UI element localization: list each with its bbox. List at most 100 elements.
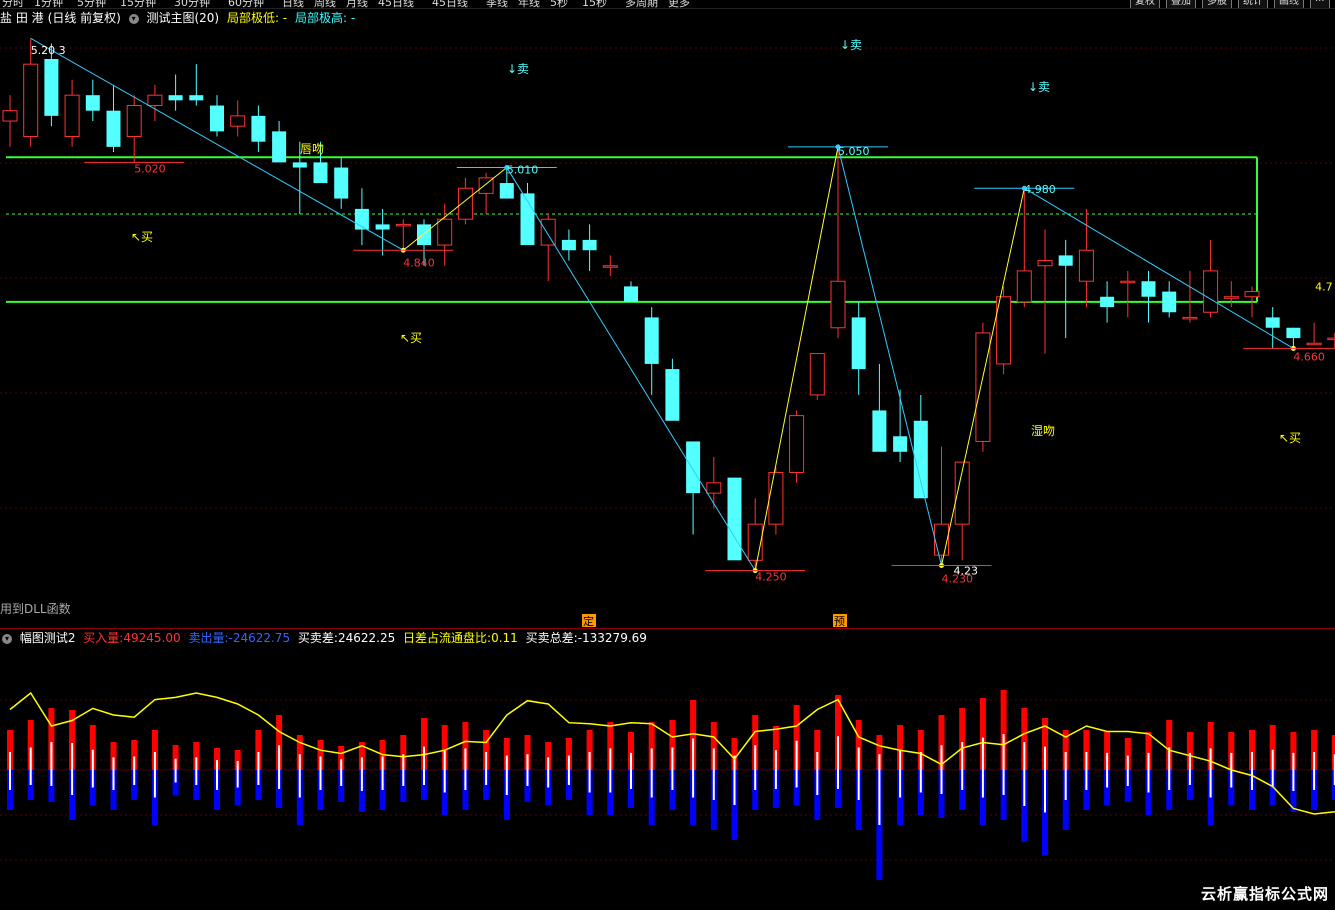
sell-core-bar xyxy=(754,770,757,790)
candle-body-up xyxy=(809,353,825,396)
price-label: 4.980 xyxy=(1024,183,1056,196)
candle-body-up xyxy=(1120,280,1136,284)
zigzag-line xyxy=(506,167,756,571)
buy-core-bar xyxy=(567,755,570,770)
buy-core-bar xyxy=(671,747,674,770)
buy-core-bar xyxy=(340,759,343,770)
buy-core-bar xyxy=(464,748,467,770)
candle-body-up xyxy=(975,332,991,442)
buy-core-bar xyxy=(443,749,446,770)
buy-core-bar xyxy=(216,760,218,770)
candle-body-down xyxy=(417,224,431,246)
sell-core-bar xyxy=(423,770,425,785)
signal-annotation: ↓卖 xyxy=(1028,80,1050,94)
candle-body-down xyxy=(686,441,701,494)
candle-body-up xyxy=(1306,342,1322,346)
sell-core-bar xyxy=(1044,770,1046,813)
sell-core-bar xyxy=(837,770,839,789)
sell-core-bar xyxy=(1313,770,1316,790)
buy-core-bar xyxy=(1292,752,1295,770)
sell-core-bar xyxy=(671,770,674,790)
candlestick-chart[interactable]: 5.20 35.0204.8405.0104.2505.0504.234.230… xyxy=(0,0,1335,910)
buy-core-bar xyxy=(1147,752,1150,770)
candle-body-up xyxy=(2,110,18,122)
buy-core-bar xyxy=(774,750,777,770)
candle-body-up xyxy=(64,94,80,138)
signal-annotation: ↖买 xyxy=(400,331,422,345)
candle-body-up xyxy=(1037,260,1053,267)
candle-body-up xyxy=(789,415,805,473)
candle-body-down xyxy=(851,317,866,370)
candle-body-up xyxy=(457,187,473,220)
badge-ding: 定 xyxy=(583,614,594,628)
sell-core-bar xyxy=(588,770,591,793)
candle-body-up xyxy=(602,265,618,268)
sell-core-bar xyxy=(526,770,529,786)
buy-core-bar xyxy=(940,745,943,770)
candle-body-down xyxy=(251,115,266,142)
sell-core-bar xyxy=(216,770,218,790)
candle-body-down xyxy=(665,369,680,421)
price-label: 5.010 xyxy=(507,164,539,177)
sell-core-bar xyxy=(1271,770,1274,788)
sell-core-bar xyxy=(443,770,446,793)
zigzag-line xyxy=(30,37,404,251)
buy-core-bar xyxy=(1023,742,1026,770)
candle-body-down xyxy=(1162,291,1177,313)
buy-core-bar xyxy=(878,754,881,770)
candle-body-down xyxy=(1100,296,1115,308)
candle-body-up xyxy=(437,218,453,246)
signal-annotation: ↖买 xyxy=(1279,431,1301,445)
sell-core-bar xyxy=(567,770,570,785)
sell-core-bar xyxy=(878,770,881,825)
buy-core-bar xyxy=(712,748,715,770)
candle-body-up xyxy=(1078,249,1094,282)
candle-body-up xyxy=(1244,291,1260,298)
signal-annotation: ↓卖 xyxy=(507,62,529,76)
candle-body-up xyxy=(147,94,163,107)
sell-core-bar xyxy=(174,770,177,783)
sell-core-bar xyxy=(609,770,612,793)
buy-core-bar xyxy=(9,752,11,770)
candle-body-down xyxy=(913,420,928,499)
buy-core-bar xyxy=(961,742,964,770)
buy-core-bar xyxy=(257,752,260,770)
sell-core-bar xyxy=(1106,770,1109,788)
sell-core-bar xyxy=(1085,770,1088,790)
buy-core-bar xyxy=(1126,755,1129,770)
buy-core-bar xyxy=(71,743,74,770)
badge-yu: 预 xyxy=(834,615,845,628)
sell-core-bar xyxy=(961,770,964,790)
candle-body-down xyxy=(1058,255,1073,266)
sell-core-bar xyxy=(795,770,798,788)
candle-body-up xyxy=(230,115,246,127)
sell-core-bar xyxy=(712,770,715,800)
buy-core-bar xyxy=(236,761,239,770)
candle-body-up xyxy=(747,523,763,561)
zigzag-line xyxy=(1024,187,1294,349)
candle-body-down xyxy=(893,436,908,452)
candle-body-down xyxy=(292,162,307,168)
buy-core-bar xyxy=(381,756,384,770)
sell-core-bar xyxy=(857,770,860,800)
sell-core-bar xyxy=(9,770,11,790)
sell-core-bar xyxy=(381,770,384,790)
candle-body-down xyxy=(189,95,204,101)
candle-body-down xyxy=(106,110,121,147)
candle-body-up xyxy=(1327,337,1335,341)
candle-body-up xyxy=(706,482,722,494)
candle-body-up xyxy=(395,223,411,227)
buy-core-bar xyxy=(857,747,860,770)
buy-core-bar xyxy=(1044,746,1046,770)
sell-core-bar xyxy=(919,770,922,793)
signal-annotation: 湿吻 xyxy=(1031,423,1055,438)
candle-body-up xyxy=(768,471,784,525)
price-label: 4.660 xyxy=(1293,350,1325,363)
signal-annotation: 唇吻 xyxy=(300,142,324,156)
buy-core-bar xyxy=(50,742,53,770)
sell-core-bar xyxy=(112,770,115,790)
buy-core-bar xyxy=(899,749,902,770)
sell-core-bar xyxy=(1126,770,1129,786)
buy-core-bar xyxy=(1064,752,1067,770)
buy-core-bar xyxy=(195,757,198,770)
